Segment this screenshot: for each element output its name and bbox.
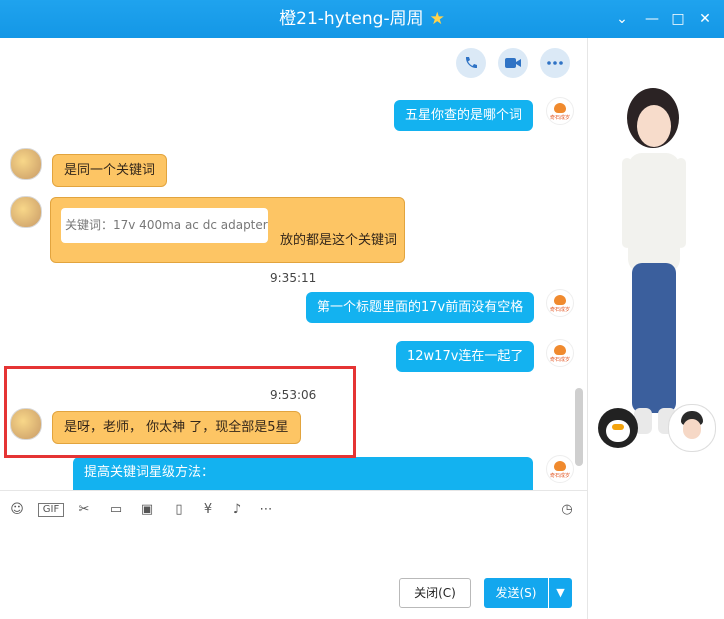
highlight-box [4,366,356,458]
input-toolbar: ☺ GIF ✂ ▭ ▣ ▯ ¥ ♪ ⋯ ◷ [0,490,587,529]
avatar-logo[interactable]: 奇石成岁 [546,289,574,317]
side-panel [587,38,724,619]
red-packet-icon[interactable]: ¥ [199,501,217,519]
message-bubble-sent: 五星你查的是哪个词 [394,100,534,131]
avatar-logo[interactable]: 奇石成岁 [546,97,574,125]
more-button[interactable] [540,48,570,78]
image-icon[interactable]: ▣ [138,501,156,519]
send-options-dropdown[interactable]: ▼ [549,578,572,608]
star-icon: ★ [429,9,445,29]
message-bubble-sent: 12w17v连在一起了 [396,341,535,372]
message-input[interactable] [0,528,587,572]
maximize-button[interactable]: □ [668,9,688,29]
avatar[interactable] [10,148,42,180]
skin-button[interactable]: ⌄ [612,9,632,29]
close-window-button[interactable]: ✕ [695,9,715,29]
more-icon [547,61,563,65]
emoji-icon[interactable]: ☺ [8,501,26,519]
scissors-icon[interactable]: ✂ [75,501,93,519]
video-call-button[interactable] [498,48,528,78]
folder-icon[interactable]: ▭ [107,501,125,519]
video-icon [505,58,521,68]
avatar-logo[interactable]: 奇石成岁 [546,455,574,483]
title-bar: 橙21-hyteng-周周 ★ ⌄ — □ ✕ [0,0,724,38]
call-bar [456,48,570,78]
shake-icon[interactable]: ▯ [170,501,188,519]
qq-penguin-icon[interactable] [598,408,638,448]
message-bubble-sent: 第一个标题里面的17v前面没有空格 [306,292,535,323]
message-text: 放的都是这个关键词 [280,233,398,248]
message-bubble-received: 是同一个关键词 [52,154,168,187]
music-icon[interactable]: ♪ [228,501,246,519]
more-tools-icon[interactable]: ⋯ [257,501,275,519]
scrollbar[interactable] [575,388,583,466]
avatar-logo[interactable]: 奇石成岁 [546,339,574,367]
contact-name: 橙21-hyteng-周周 [279,9,424,29]
user-avatar[interactable] [668,404,716,452]
timestamp: 9:35:11 [270,271,317,285]
avatar[interactable] [10,196,42,228]
minimize-button[interactable]: — [642,9,662,29]
gif-icon[interactable]: GIF [38,503,64,517]
voice-call-button[interactable] [456,48,486,78]
close-button[interactable]: 关闭(C) [399,578,471,608]
message-bubble-sent: 提高关键词星级方法： [73,457,533,490]
phone-icon [465,57,477,69]
quoted-message[interactable]: 关键词：17v 400ma ac dc adapter [61,208,268,243]
message-bubble-received: 关键词：17v 400ma ac dc adapter 放的都是这个关键词 [50,197,405,263]
history-icon[interactable]: ◷ [558,501,576,519]
send-button[interactable]: 发送(S) [484,578,548,608]
